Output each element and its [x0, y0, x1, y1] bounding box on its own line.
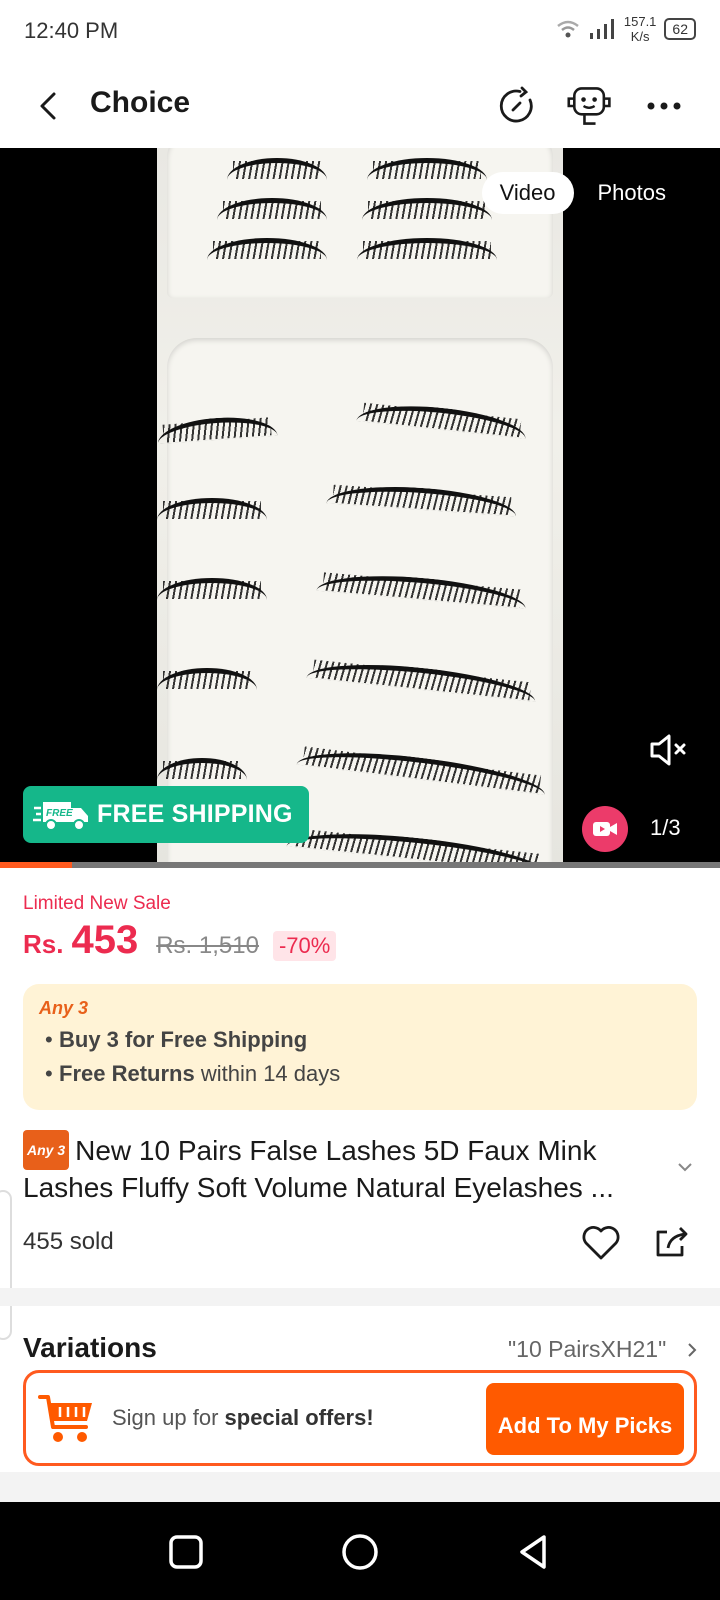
promo-line-returns: Free Returns within 14 days	[39, 1061, 681, 1087]
promo-box[interactable]: Any 3 Buy 3 for Free Shipping Free Retur…	[23, 984, 697, 1110]
battery-indicator: 62	[664, 18, 696, 40]
network-speed-value: 157.1	[623, 14, 657, 29]
promo-tag: Any 3	[39, 998, 89, 1018]
sold-count: 455 sold	[23, 1228, 114, 1255]
video-progress-bar[interactable]	[0, 862, 720, 868]
network-speed: 157.1 K/s	[624, 14, 657, 44]
product-title-text: New 10 Pairs False Lashes 5D Faux Mink L…	[23, 1135, 614, 1203]
history-icon[interactable]	[494, 82, 542, 130]
support-bot-icon[interactable]	[566, 82, 614, 130]
signup-text: Sign up for special offers!	[112, 1405, 374, 1430]
product-title[interactable]: Any 3 New 10 Pairs False Lashes 5D Faux M…	[23, 1130, 663, 1206]
media-tabs: Video Photos	[481, 172, 685, 214]
page-title: Choice	[90, 86, 191, 119]
tab-photos[interactable]: Photos	[580, 172, 685, 214]
media-counter: 1/3	[650, 815, 681, 840]
lash-tray-top	[167, 148, 553, 298]
discount-badge: -70%	[272, 931, 337, 961]
price-row: Rs. 453 Rs. 1,510 -70%	[23, 918, 337, 963]
video-camera-icon[interactable]	[582, 806, 628, 852]
free-shipping-label: FREE SHIPPING	[97, 800, 293, 828]
back-icon[interactable]	[32, 86, 68, 126]
status-indicators: 157.1 K/s 62	[556, 14, 696, 44]
more-icon[interactable]	[640, 82, 688, 130]
status-bar: 12:40 PM 157.1 K/s 62	[0, 0, 720, 64]
mute-icon[interactable]	[646, 728, 690, 772]
chevron-down-icon[interactable]	[676, 1158, 694, 1176]
heart-icon[interactable]	[580, 1222, 622, 1264]
current-price: 453	[71, 918, 139, 962]
network-speed-unit: K/s	[630, 29, 650, 44]
chevron-right-icon[interactable]	[684, 1340, 700, 1360]
wifi-icon	[557, 20, 579, 38]
section-divider	[0, 1288, 720, 1306]
sale-label: Limited New Sale	[23, 893, 171, 914]
recents-icon[interactable]	[164, 1530, 208, 1574]
status-time: 12:40 PM	[24, 18, 119, 43]
system-nav-bar	[0, 1502, 720, 1600]
free-shipping-banner: FREE FREE SHIPPING	[23, 786, 309, 843]
free-badge-text: FREE	[46, 808, 73, 819]
tab-video[interactable]: Video	[481, 172, 574, 214]
variations-value[interactable]: "10 PairsXH21"	[508, 1336, 666, 1363]
product-video-frame[interactable]	[157, 148, 563, 866]
bottom-divider	[0, 1472, 720, 1502]
promo-line-shipping: Buy 3 for Free Shipping	[39, 1027, 681, 1053]
cart-icon	[38, 1395, 92, 1442]
signup-banner: Sign up for special offers! Add To My Pi…	[23, 1370, 697, 1466]
product-media[interactable]: Video Photos FREE FREE SHIPPING 1/3	[0, 148, 720, 866]
home-icon[interactable]	[338, 1530, 382, 1574]
app-header: Choice	[0, 64, 720, 148]
original-price: Rs. 1,510	[156, 932, 259, 959]
delivery-truck-icon: FREE	[33, 801, 88, 831]
video-progress-fill	[0, 862, 72, 868]
share-icon[interactable]	[652, 1222, 692, 1262]
back-triangle-icon[interactable]	[512, 1530, 556, 1574]
any3-badge: Any 3	[23, 1130, 70, 1170]
variations-title: Variations	[23, 1332, 157, 1363]
signal-icon	[589, 19, 614, 39]
side-drawer-handle[interactable]	[0, 1190, 12, 1340]
add-to-picks-button[interactable]: Add To My Picks	[486, 1383, 684, 1455]
price-currency: Rs.	[23, 929, 64, 959]
